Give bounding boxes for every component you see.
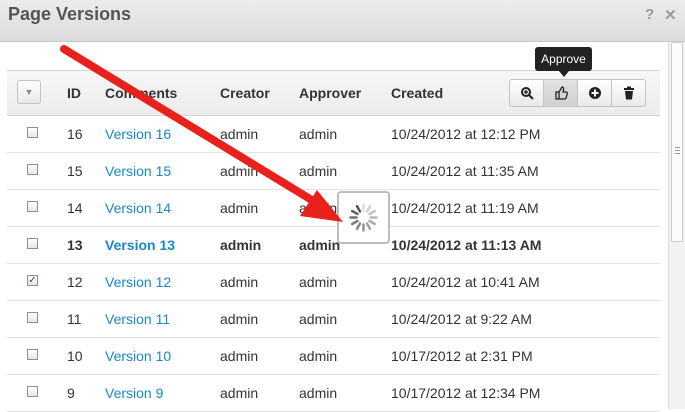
dialog-titlebar: Page Versions ? ✕ [0, 0, 685, 42]
help-icon[interactable]: ? [645, 6, 654, 23]
loading-spinner-icon [349, 203, 378, 232]
row-approver: admin [299, 385, 338, 401]
version-link[interactable]: Version 16 [105, 116, 171, 152]
row-id: 13 [67, 237, 83, 253]
row-created: 10/24/2012 at 12:12 PM [391, 126, 541, 142]
row-approver: admin [299, 348, 338, 364]
version-link[interactable]: Version 13 [105, 227, 175, 263]
scrollbar-thumb[interactable] [671, 42, 683, 242]
dialog-title: Page Versions [8, 4, 132, 24]
table-row[interactable]: 11 Version 11 admin admin 10/24/2012 at 9:22… [7, 301, 660, 338]
table-row[interactable]: 16 Version 16 admin admin 10/24/2012 at 12:1… [7, 116, 660, 153]
row-creator: admin [220, 200, 259, 216]
row-creator: admin [220, 274, 259, 290]
table-body: 16 Version 16 admin admin 10/24/2012 at 12:1… [7, 116, 660, 412]
row-checkbox[interactable] [27, 201, 38, 212]
loading-spinner [337, 191, 390, 244]
delete-version-button[interactable] [611, 79, 646, 107]
row-approver: admin [299, 126, 338, 142]
view-version-button[interactable] [509, 79, 544, 107]
row-created: 10/24/2012 at 11:13 AM [391, 237, 542, 253]
row-approver: admin [299, 311, 338, 327]
table-row[interactable]: 10 Version 10 admin admin 10/17/2012 at 2:31… [7, 338, 660, 375]
version-link[interactable]: Version 9 [105, 375, 163, 411]
add-version-button[interactable] [577, 79, 612, 107]
row-id: 11 [67, 311, 82, 327]
row-checkbox[interactable]: ✓ [27, 275, 38, 286]
vertical-scrollbar[interactable] [668, 42, 685, 409]
row-checkbox[interactable] [27, 349, 38, 360]
row-id: 10 [67, 348, 83, 364]
row-checkbox[interactable] [27, 164, 38, 175]
row-id: 9 [67, 385, 75, 401]
row-created: 10/24/2012 at 11:35 AM [391, 163, 539, 179]
version-link[interactable]: Version 10 [105, 338, 171, 374]
versions-table: ▼ ID Comments Creator Approver Created 1… [7, 70, 660, 412]
approve-button[interactable] [543, 79, 578, 107]
row-approver: admin [299, 237, 341, 253]
row-approver: admin [299, 163, 338, 179]
row-checkbox[interactable] [27, 238, 38, 249]
row-creator: admin [220, 163, 259, 179]
approve-tooltip: Approve [535, 47, 592, 77]
row-creator: admin [220, 311, 259, 327]
row-checkbox[interactable] [27, 386, 38, 397]
row-creator: admin [220, 385, 259, 401]
row-id: 12 [67, 274, 83, 290]
row-approver: admin [299, 200, 338, 216]
column-header-created[interactable]: Created [391, 71, 443, 115]
version-link[interactable]: Version 12 [105, 264, 171, 300]
select-menu-button[interactable]: ▼ [17, 80, 41, 104]
column-header-creator[interactable]: Creator [220, 71, 270, 115]
column-header-comments[interactable]: Comments [105, 71, 177, 115]
row-checkbox[interactable] [27, 312, 38, 323]
thumbs-up-icon [554, 86, 568, 100]
row-created: 10/17/2012 at 12:34 PM [391, 385, 541, 401]
row-id: 15 [67, 163, 83, 179]
version-link[interactable]: Version 11 [105, 301, 170, 337]
column-header-approver[interactable]: Approver [299, 71, 361, 115]
row-checkbox[interactable] [27, 127, 38, 138]
table-row[interactable]: ✓ 12 Version 12 admin admin 10/24/2012 at 10:… [7, 264, 660, 301]
table-row[interactable]: 9 Version 9 admin admin 10/17/2012 at 12:34 … [7, 375, 660, 412]
row-created: 10/24/2012 at 11:19 AM [391, 200, 539, 216]
add-icon [588, 87, 601, 99]
row-id: 16 [67, 126, 83, 142]
table-row[interactable]: 14 Version 14 admin admin 10/24/2012 at 11:1… [7, 190, 660, 227]
row-creator: admin [220, 348, 259, 364]
column-header-id[interactable]: ID [67, 71, 81, 115]
row-approver: admin [299, 274, 338, 290]
table-row[interactable]: 13 Version 13 admin admin 10/24/2012 at 11:1… [7, 227, 660, 264]
zoom-icon [520, 87, 534, 100]
row-created: 10/24/2012 at 9:22 AM [391, 311, 532, 327]
trash-icon [623, 86, 634, 100]
row-creator: admin [220, 126, 259, 142]
version-link[interactable]: Version 15 [105, 153, 171, 189]
row-created: 10/17/2012 at 2:31 PM [391, 348, 533, 364]
row-created: 10/24/2012 at 10:41 AM [391, 274, 540, 290]
row-id: 14 [67, 200, 83, 216]
dropdown-caret-icon: ▼ [24, 87, 34, 97]
row-creator: admin [220, 237, 262, 253]
version-link[interactable]: Version 14 [105, 190, 171, 226]
table-row[interactable]: 15 Version 15 admin admin 10/24/2012 at 11:3… [7, 153, 660, 190]
close-icon[interactable]: ✕ [664, 6, 677, 24]
